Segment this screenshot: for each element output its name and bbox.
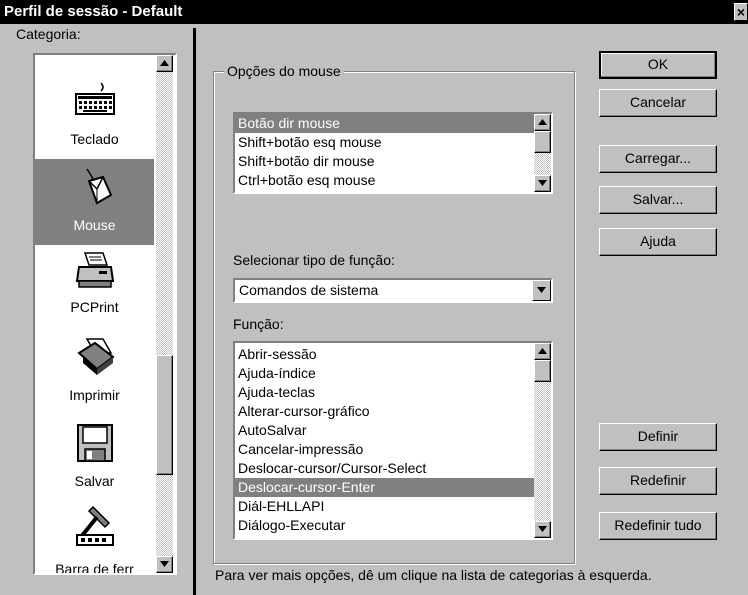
mouse-options-list[interactable]: Botão dir mouse Shift+botão esq mouse Sh…: [233, 112, 553, 194]
arrow-up-icon: [538, 119, 547, 125]
category-item-label: Salvar: [74, 473, 115, 489]
list-item[interactable]: Ctrl+botão esq mouse: [235, 171, 534, 190]
function-label: Função:: [233, 316, 284, 332]
scroll-up-button[interactable]: [156, 55, 173, 72]
scroll-thumb[interactable]: [534, 131, 551, 153]
category-item-label: Imprimir: [69, 387, 120, 403]
list-item[interactable]: Ajuda-teclas: [235, 383, 534, 402]
category-item-label: PCPrint: [70, 299, 119, 315]
list-item[interactable]: Cancelar-impressão: [235, 440, 534, 459]
redefine-button[interactable]: Redefinir: [599, 467, 717, 495]
list-item[interactable]: Deslocar-cursor/Cursor-Select: [235, 459, 534, 478]
mouse-icon: [86, 168, 113, 205]
scroll-thumb[interactable]: [534, 360, 551, 382]
scroll-up-button[interactable]: [534, 343, 551, 360]
category-item-label: Barra de ferr: [55, 561, 134, 573]
list-item[interactable]: Abrir-sessão: [235, 345, 534, 364]
category-item-keyboard[interactable]: Teclado: [35, 73, 154, 159]
window-title: Perfil de sessão - Default: [4, 3, 183, 20]
list-item[interactable]: Deslocar-cursor-Enter: [235, 478, 534, 497]
arrow-down-icon: [538, 180, 547, 186]
category-item-label: Mouse: [73, 217, 116, 233]
toolbar-tools-icon: [76, 505, 114, 546]
category-item-mouse[interactable]: Mouse: [35, 159, 154, 245]
save-button[interactable]: Salvar...: [599, 186, 717, 214]
scroll-down-button[interactable]: [156, 556, 173, 573]
close-icon: ×: [736, 4, 746, 20]
printer-icon: [75, 252, 115, 288]
scroll-down-button[interactable]: [534, 175, 551, 192]
list-item[interactable]: Ajuda-índice: [235, 364, 534, 383]
scroll-down-button[interactable]: [534, 521, 551, 538]
cancel-button[interactable]: Cancelar: [599, 89, 717, 117]
help-button[interactable]: Ajuda: [599, 228, 717, 256]
arrow-up-icon: [538, 348, 547, 354]
chevron-down-icon: [537, 287, 546, 293]
list-item[interactable]: Shift+botão esq mouse: [235, 133, 534, 152]
category-item-pcprint[interactable]: PCPrint: [35, 245, 154, 331]
dropdown-button[interactable]: [532, 280, 551, 301]
title-bar: Perfil de sessão - Default ×: [0, 0, 748, 24]
category-label: Categoria:: [16, 26, 81, 42]
list-item[interactable]: AutoSalvar: [235, 421, 534, 440]
category-item-label: Teclado: [70, 131, 119, 147]
arrow-up-icon: [160, 60, 169, 66]
list-item[interactable]: Diálogo-Executar: [235, 516, 534, 535]
function-type-select[interactable]: Comandos de sistema: [233, 278, 553, 303]
arrow-down-icon: [160, 561, 169, 567]
function-type-value: Comandos de sistema: [239, 282, 379, 298]
category-item-toolbar[interactable]: Barra de ferr: [35, 503, 154, 573]
footer-hint: Para ver mais opções, dê um clique na li…: [215, 567, 652, 583]
close-button[interactable]: ×: [734, 3, 748, 21]
function-list-scrollbar[interactable]: [534, 343, 551, 538]
load-button[interactable]: Carregar...: [599, 145, 717, 173]
function-list[interactable]: Abrir-sessão Ajuda-índice Ajuda-teclas A…: [233, 341, 553, 540]
define-button[interactable]: Definir: [599, 423, 717, 451]
arrow-down-icon: [538, 526, 547, 532]
list-item[interactable]: Botão dir mouse: [235, 114, 534, 133]
redefine-all-button[interactable]: Redefinir tudo: [599, 512, 717, 540]
print-icon: [77, 338, 115, 375]
floppy-disk-icon: [77, 424, 113, 462]
list-item[interactable]: Diál-EHLLAPI: [235, 497, 534, 516]
category-item-salvar[interactable]: Salvar: [35, 417, 154, 503]
mouse-options-scrollbar[interactable]: [534, 114, 551, 192]
keyboard-icon: [75, 82, 115, 115]
category-item-imprimir[interactable]: Imprimir: [35, 331, 154, 417]
ok-button[interactable]: OK: [599, 51, 717, 79]
function-type-label: Selecionar tipo de função:: [233, 252, 395, 268]
scroll-thumb[interactable]: [156, 355, 173, 475]
category-scrollbar[interactable]: [156, 55, 173, 573]
list-item[interactable]: Alterar-cursor-gráfico: [235, 402, 534, 421]
category-list: Teclado Mouse PCPrint Imprimir Salvar Ba…: [33, 53, 177, 575]
panel-divider: [193, 28, 196, 595]
mouse-options-label: Opções do mouse: [224, 63, 344, 79]
scroll-up-button[interactable]: [534, 114, 551, 131]
list-item[interactable]: Shift+botão dir mouse: [235, 152, 534, 171]
